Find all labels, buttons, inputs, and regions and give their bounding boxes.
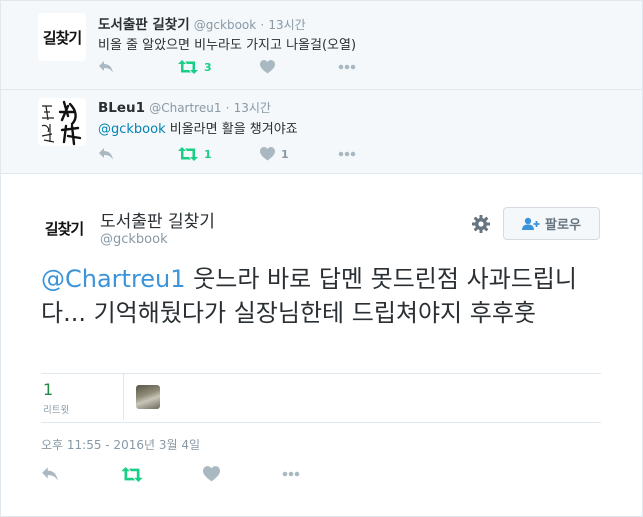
timestamp[interactable]: 13시간 (234, 101, 271, 115)
separator-dot: · (225, 101, 230, 115)
ancestor-tweet[interactable]: BLeu1 @Chartreu1 · 13시간 @gckbook 비올라면 활을… (1, 90, 642, 174)
follow-button[interactable]: 팔로우 (503, 207, 600, 240)
retweet-count: 3 (204, 60, 212, 74)
username[interactable]: @gckbook (100, 232, 168, 247)
stats-divider (123, 374, 124, 420)
avatar[interactable]: 길찾기 (38, 13, 86, 61)
tweet-text-body: 비올 줄 알았으면 비누라도 가지고 나올걸(오열) (98, 38, 357, 53)
ancestor-tweet[interactable]: 길찾기 도서출판 길찾기 @gckbook · 13시간 비올 줄 알았으면 비… (1, 1, 642, 90)
heart-icon (203, 466, 220, 482)
permalink-tweet: 길찾기 도서출판 길찾기 @gckbook 팔로우 @Chartreu1 웃느라… (1, 174, 642, 516)
tweet-actions (41, 466, 601, 486)
more-button[interactable] (338, 59, 356, 75)
like-button[interactable] (203, 466, 220, 482)
retweet-count: 1 (204, 147, 212, 161)
reply-icon (99, 61, 113, 73)
separator-dot: · (260, 18, 265, 32)
retweet-button[interactable]: 1 (178, 146, 212, 162)
tweet-date[interactable]: 오후 11:55 - 2016년 3월 4일 (41, 436, 200, 453)
like-button[interactable]: 1 (260, 146, 289, 162)
retweet-icon (178, 147, 198, 161)
mention-link[interactable]: @Chartreu1 (41, 265, 186, 293)
like-count: 1 (281, 147, 289, 161)
more-icon (338, 64, 356, 70)
add-user-icon (522, 217, 540, 230)
retweet-icon (121, 466, 143, 482)
more-button[interactable] (338, 146, 356, 162)
retweet-stat-label: 리트윗 (43, 405, 70, 416)
tweet-header: BLeu1 @Chartreu1 · 13시간 (98, 99, 271, 116)
reply-button[interactable] (98, 146, 114, 162)
retweet-button[interactable] (121, 466, 143, 482)
display-name[interactable]: 도서출판 길찾기 (98, 17, 190, 33)
retweet-icon (178, 60, 198, 74)
tweet-text: 비올 줄 알았으면 비누라도 가지고 나올걸(오열) (98, 34, 356, 53)
retweeter-avatar[interactable] (136, 385, 160, 409)
gear-icon (472, 215, 490, 233)
reply-button[interactable] (41, 466, 59, 482)
avatar-logo: 길찾기 (44, 219, 84, 238)
tweet-text: @gckbook 비올라면 활을 챙겨야죠 (98, 118, 298, 137)
retweet-button[interactable]: 3 (178, 59, 212, 75)
tweet-thread: 길찾기 도서출판 길찾기 @gckbook · 13시간 비올 줄 알았으면 비… (0, 0, 643, 517)
tweet-stats: 1 리트윗 (41, 373, 601, 423)
timestamp[interactable]: 13시간 (268, 18, 305, 32)
heart-icon (260, 147, 275, 161)
retweet-stat-count[interactable]: 1 (43, 380, 53, 399)
reply-button[interactable] (98, 59, 114, 75)
more-icon (338, 151, 356, 157)
avatar[interactable]: 길찾기 (40, 204, 88, 252)
follow-label: 팔로우 (545, 218, 581, 233)
more-icon (282, 471, 300, 477)
display-name[interactable]: 도서출판 길찾기 (100, 207, 215, 232)
avatar[interactable] (38, 98, 86, 146)
tweet-text-body: 비올라면 활을 챙겨야죠 (165, 122, 298, 137)
user-actions-button[interactable] (471, 214, 491, 234)
avatar-logo: 길찾기 (42, 28, 82, 47)
heart-icon (260, 60, 275, 74)
mention-link[interactable]: @gckbook (98, 122, 166, 137)
like-button[interactable] (260, 59, 281, 75)
tweet-header: 도서출판 길찾기 @gckbook · 13시간 (98, 13, 306, 33)
more-button[interactable] (281, 466, 301, 482)
tweet-text: @Chartreu1 웃느라 바로 답멘 못드린점 사과드립니다... 기억해뒀… (41, 262, 601, 330)
username[interactable]: @Chartreu1 (149, 101, 221, 115)
username[interactable]: @gckbook (194, 18, 256, 32)
display-name[interactable]: BLeu1 (98, 100, 145, 116)
calligraphy-avatar-image (38, 98, 86, 146)
reply-icon (99, 148, 113, 160)
reply-icon (42, 467, 58, 481)
